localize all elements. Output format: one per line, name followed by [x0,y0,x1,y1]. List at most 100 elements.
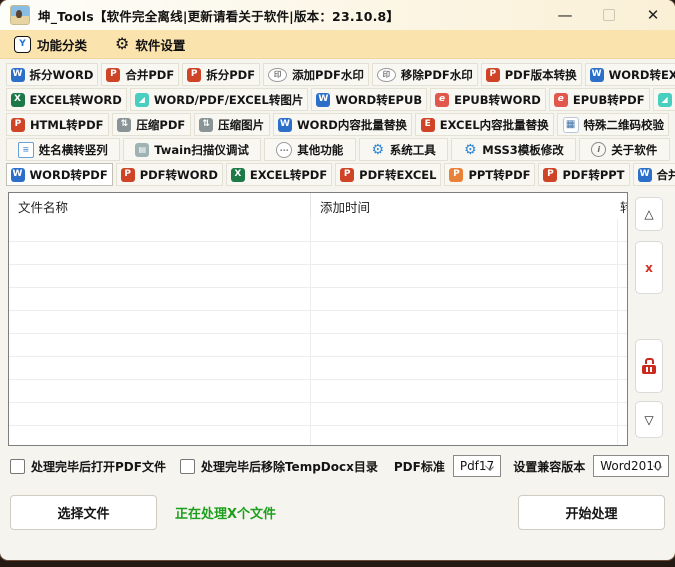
maximize-button[interactable] [587,0,631,30]
excel-icon: X [11,93,25,107]
tab-software-settings[interactable]: ⚙ 软件设置 [115,35,185,54]
split-word-button[interactable]: W拆分WORD [6,63,99,86]
button-label: WORD转EXCEL [609,67,675,83]
twain-scanner-debug-button[interactable]: ▤Twain扫描仪调试 [123,138,261,161]
tab-label: 软件设置 [135,35,185,54]
remove-file-button[interactable]: x [635,241,663,294]
add-pdf-watermark-button[interactable]: 印添加PDF水印 [263,63,369,86]
move-up-icon: △ [644,207,653,221]
word-icon: W [278,118,292,132]
qr-icon: ▦ [563,117,579,133]
system-tools-button[interactable]: ⚙系统工具 [359,138,448,161]
image-to-pdf-button[interactable]: ◢图片转PDF [653,88,675,111]
close-button[interactable]: ✕ [631,0,675,30]
excel-to-pdf-button[interactable]: X EXCEL转PDF [226,163,332,186]
function-grid-row: P HTML转PDF ⇅ 压缩PDF ⇅压缩图片 W WORD内容批量替换 EEXCEL内容批… [4,113,671,136]
merge-word-button[interactable]: W 合并WORD [633,163,675,186]
image-icon: ◢ [658,93,672,107]
button-label: HTML转PDF [30,117,104,133]
office-to-image-button[interactable]: ◢WORD/PDF/EXCEL转图片 [130,88,309,111]
word-icon: W [316,93,330,107]
pdf-to-excel-button[interactable]: PPDF转EXCEL [335,163,441,186]
button-label: 其他功能 [297,142,343,158]
brush-clear-icon [642,358,656,374]
button-label: 压缩PDF [136,117,185,133]
idcard-icon: ≡ [18,142,34,158]
tab-function-category[interactable]: Y 功能分类 [14,35,87,54]
move-down-button[interactable]: ▽ [635,401,663,438]
column-divider [617,219,618,445]
compat-version-label: 设置兼容版本 [513,458,585,475]
button-label: PPT转PDF [468,167,530,183]
other-functions-button[interactable]: …其他功能 [264,138,355,161]
pdf-version-convert-button[interactable]: PPDF版本转换 [481,63,582,86]
button-label: WORD转PDF [30,167,108,183]
compress-icon: ⇅ [199,118,213,132]
button-label: 关于软件 [611,142,657,158]
button-label: 特殊二维码校验 [584,117,665,133]
pdf-to-word-button[interactable]: P PDF转WORD [116,163,223,186]
pdf-icon: P [11,118,25,132]
word-to-pdf-button[interactable]: WWORD转PDF [6,163,113,186]
clear-list-button[interactable] [635,339,663,393]
column-header-convert[interactable]: 转 [618,193,627,219]
pdf-icon: P [121,168,135,182]
epub-to-word-button[interactable]: eEPUB转WORD [430,88,546,111]
excel-to-word-button[interactable]: XEXCEL转WORD [6,88,127,111]
file-table[interactable]: 文件名称 添加时间 转 [8,192,628,446]
compress-pdf-button[interactable]: ⇅ 压缩PDF [112,113,191,136]
button-label: 拆分PDF [206,67,255,83]
word-to-excel-button[interactable]: WWORD转EXCEL [585,63,675,86]
info-icon: i [591,142,606,157]
column-header-file-name[interactable]: 文件名称 [9,193,311,219]
button-label: PDF转WORD [140,167,218,183]
html-to-pdf-button[interactable]: P HTML转PDF [6,113,109,136]
table-body-empty[interactable] [9,219,627,445]
button-label: EXCEL内容批量替换 [440,117,549,133]
select-files-button[interactable]: 选择文件 [10,495,157,530]
minimize-button[interactable]: — [543,0,587,30]
title-bar: 坤_Tools【软件完全离线|更新请看关于软件|版本：23.10.8】 — ✕ [0,0,675,30]
mss3-template-edit-button[interactable]: ⚙MSS3模板修改 [451,138,576,161]
button-label: EXCEL转PDF [250,167,327,183]
category-hexagon-icon: Y [14,36,31,53]
button-label: WORD内容批量替换 [297,117,407,133]
split-pdf-button[interactable]: P 拆分PDF [182,63,260,86]
word-batch-replace-button[interactable]: W WORD内容批量替换 [273,113,413,136]
ppt-to-pdf-button[interactable]: P PPT转PDF [444,163,535,186]
remove-tempdocx-checkbox[interactable] [180,459,195,474]
app-icon [10,5,30,25]
ppt-icon: P [449,168,463,182]
compress-image-button[interactable]: ⇅压缩图片 [194,113,270,136]
function-button-grid: W拆分WORDP合并PDFP拆分PDF印添加PDF水印印移除PDF水印PPDF版… [0,59,675,190]
button-label: Twain扫描仪调试 [154,142,249,158]
start-processing-button[interactable]: 开始处理 [518,495,665,530]
word-to-epub-button[interactable]: WWORD转EPUB [311,88,427,111]
name-horizontal-to-vertical-button[interactable]: ≡姓名横转竖列 [6,138,120,161]
pdf-icon: P [543,168,557,182]
epub-to-pdf-button[interactable]: eEPUB转PDF [549,88,650,111]
word-icon: W [638,168,652,182]
compat-version-select[interactable]: Word2010 [593,455,668,477]
move-up-button[interactable]: △ [635,197,663,231]
gear-icon: ⚙ [463,143,477,157]
compress-icon: ⇅ [117,118,131,132]
button-label: 拆分WORD [30,67,94,83]
pdf-icon: P [187,68,201,82]
special-qrcode-check-button[interactable]: ▦ 特殊二维码校验 [557,113,669,136]
merge-pdf-button[interactable]: P合并PDF [101,63,179,86]
column-header-add-time[interactable]: 添加时间 [311,193,618,219]
pdf-standard-select[interactable]: Pdf17 [453,455,501,477]
remove-pdf-watermark-button[interactable]: 印移除PDF水印 [372,63,478,86]
excel-icon: X [231,168,245,182]
epub-icon: e [554,93,568,107]
pdf-to-ppt-button[interactable]: P PDF转PPT [538,163,629,186]
function-grid-row: XEXCEL转WORD◢WORD/PDF/EXCEL转图片WWORD转EPUBe… [4,88,671,111]
button-label: PDF转PPT [562,167,624,183]
about-software-button[interactable]: i 关于软件 [579,138,669,161]
button-label: 合并WORD [657,167,675,183]
options-row: 处理完毕后打开PDF文件 处理完毕后移除TempDocx目录 PDF标准 Pdf… [10,455,665,477]
button-label: 移除PDF水印 [401,67,473,83]
open-pdf-checkbox[interactable] [10,459,25,474]
excel-batch-replace-button[interactable]: EEXCEL内容批量替换 [415,113,554,136]
